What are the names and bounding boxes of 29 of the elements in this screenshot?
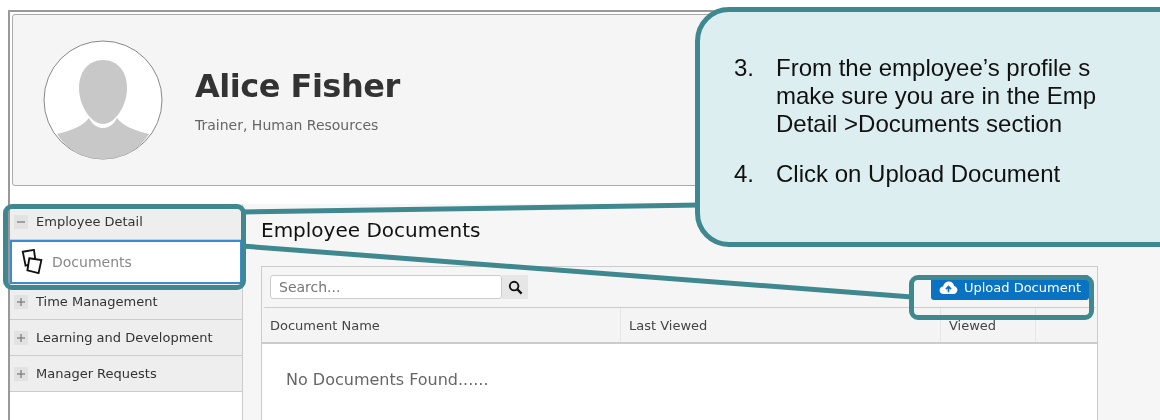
step-number: 3. [734,54,754,83]
sidebar-group-label: Employee Detail [36,214,143,229]
column-header: Viewed [941,308,1036,342]
sidebar-group[interactable]: Manager Requests [10,356,242,392]
search-button[interactable] [502,275,528,299]
search-icon [507,279,523,295]
instruction-text: make sure you are in the Emp [776,82,1097,110]
expand-icon [14,366,28,381]
sidebar-group-label: Time Management [36,294,158,309]
sidebar-item[interactable]: Documents [10,240,242,284]
sidebar-group-label: Learning and Development [36,330,213,345]
expand-icon [14,294,28,309]
instruction-text: Detail >Documents section [776,110,1064,138]
sidebar-group-label: Manager Requests [36,366,157,381]
employee-role: Trainer, Human Resources [195,117,380,133]
instruction-text: From the employee’s profile s [776,54,1092,82]
column-header: Document Name [262,308,621,342]
column-header: Last Viewed [621,308,941,342]
employee-name: Alice Fisher [195,67,400,105]
collapse-icon [14,214,28,229]
expand-icon [14,330,28,345]
instruction-text: Click on Upload Document [776,160,1061,188]
cloud-upload-icon [938,279,958,295]
section-title: Employee Documents [261,218,482,244]
empty-message: No Documents Found...... [285,369,490,391]
search-field[interactable]: Search... [270,275,502,299]
avatar-silhouette-icon [43,40,163,160]
sidebar-group[interactable]: Learning and Development [10,320,242,356]
step-number: 4. [734,160,754,188]
